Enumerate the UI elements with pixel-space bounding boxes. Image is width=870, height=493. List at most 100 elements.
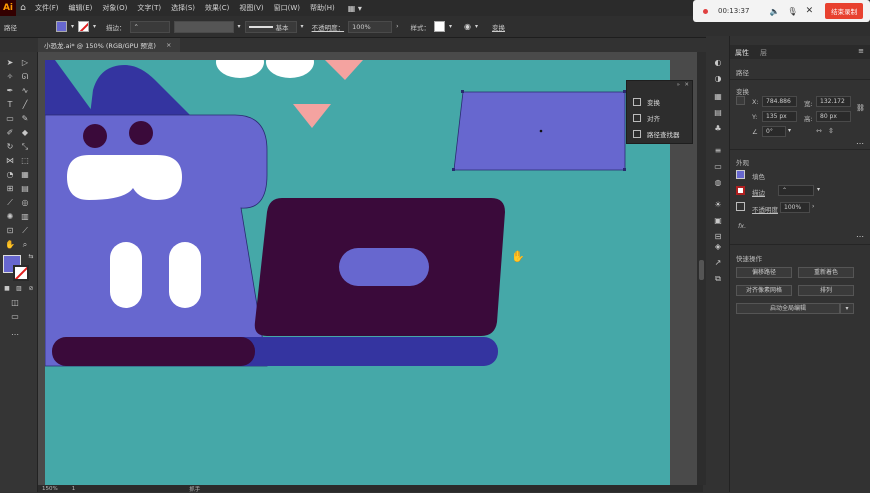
stroke-label[interactable]: 描边 bbox=[752, 187, 765, 197]
recolor-button[interactable]: 重新着色 bbox=[798, 267, 854, 278]
panel-item-align[interactable]: 对齐 bbox=[633, 113, 660, 123]
chevron-down-icon[interactable]: ▾ bbox=[71, 23, 74, 30]
speaker-icon[interactable]: 🔈 bbox=[769, 7, 779, 16]
globe-icon[interactable]: ◉ bbox=[464, 22, 471, 31]
swap-colors-icon[interactable]: ⇆ bbox=[26, 252, 36, 262]
eyedropper-tool-icon[interactable]: ⟋ bbox=[5, 198, 15, 208]
pen-tool-icon[interactable]: ✒ bbox=[5, 86, 15, 96]
type-tool-icon[interactable]: T bbox=[5, 100, 15, 110]
chevron-down-icon[interactable]: ▾ bbox=[93, 23, 96, 30]
more-options-icon[interactable]: ⋯ bbox=[856, 139, 864, 148]
close-tab-icon[interactable]: × bbox=[166, 41, 171, 49]
panel-menu-icon[interactable]: ≡ bbox=[858, 47, 864, 55]
graphic-styles-icon[interactable]: ▣ bbox=[713, 216, 723, 226]
perspective-grid-tool-icon[interactable]: ▦ bbox=[20, 170, 30, 180]
menu-edit[interactable]: 编辑(E) bbox=[64, 3, 98, 13]
menu-select[interactable]: 选择(S) bbox=[166, 3, 200, 13]
line-tool-icon[interactable]: ╱ bbox=[20, 100, 30, 110]
fill-swatch[interactable] bbox=[736, 170, 745, 179]
color-guide-icon[interactable]: ◑ bbox=[713, 74, 723, 84]
microphone-icon[interactable]: 🎙 bbox=[787, 7, 797, 16]
rotate-icon[interactable]: ∠ bbox=[752, 128, 758, 136]
stroke-swatch[interactable] bbox=[736, 186, 745, 195]
reference-point-icon[interactable] bbox=[736, 96, 745, 105]
fx-icon[interactable]: fx. bbox=[738, 222, 746, 230]
selection-tool-icon[interactable]: ➤ bbox=[5, 58, 15, 68]
artboard-tool-icon[interactable]: ⊡ bbox=[5, 226, 15, 236]
angle-input[interactable]: 0° bbox=[762, 126, 786, 137]
variable-width-field[interactable] bbox=[173, 20, 234, 33]
panel-item-pathfinder[interactable]: 路径查找器 bbox=[633, 129, 680, 139]
align-panel-icon[interactable]: ⊟ bbox=[713, 232, 723, 242]
width-tool-icon[interactable]: ⋈ bbox=[5, 156, 15, 166]
color-mode-icon[interactable]: ■ bbox=[2, 284, 12, 294]
layers-panel-icon[interactable]: ◈ bbox=[713, 242, 723, 252]
collapse-icon[interactable]: » bbox=[677, 82, 680, 88]
artboard-number[interactable]: 1 bbox=[72, 486, 76, 492]
width-input[interactable]: 132.172 bbox=[816, 96, 851, 107]
document-tab[interactable]: 小恐龙.ai* @ 150% (RGB/GPU 预览) × bbox=[38, 38, 180, 52]
menu-file[interactable]: 文件(F) bbox=[30, 3, 64, 13]
stroke-swatch[interactable] bbox=[78, 21, 90, 32]
free-transform-tool-icon[interactable]: ⬚ bbox=[20, 156, 30, 166]
color-panel-icon[interactable]: ◐ bbox=[713, 58, 723, 68]
swatches-icon[interactable]: ▦ bbox=[713, 92, 723, 102]
flip-vertical-icon[interactable]: ⇳ bbox=[828, 127, 834, 135]
pixel-align-button[interactable]: 对齐像素网格 bbox=[736, 285, 792, 296]
arrange-button[interactable]: 排列 bbox=[798, 285, 854, 296]
menu-help[interactable]: 帮助(H) bbox=[305, 3, 340, 13]
close-icon[interactable]: ✕ bbox=[684, 82, 689, 88]
shaper-tool-icon[interactable]: ✐ bbox=[5, 128, 15, 138]
opacity-input[interactable]: 100% bbox=[348, 20, 393, 33]
none-mode-icon[interactable]: ⊘ bbox=[26, 284, 36, 294]
close-icon[interactable]: ✕ bbox=[806, 6, 814, 16]
anchor-point[interactable] bbox=[623, 168, 626, 171]
menu-type[interactable]: 文字(T) bbox=[132, 3, 166, 13]
chevron-right-icon[interactable]: › bbox=[812, 203, 814, 210]
constrain-proportions-icon[interactable]: ⛓ bbox=[856, 104, 865, 112]
scrollbar-thumb[interactable] bbox=[699, 260, 704, 280]
flip-horizontal-icon[interactable]: ⇿ bbox=[816, 127, 822, 135]
curvature-tool-icon[interactable]: ∿ bbox=[20, 86, 30, 96]
symbol-sprayer-tool-icon[interactable]: ✺ bbox=[5, 212, 15, 222]
brushes-icon[interactable]: ▤ bbox=[713, 108, 723, 118]
more-options-icon[interactable]: ⋯ bbox=[856, 232, 864, 241]
menu-effect[interactable]: 效果(C) bbox=[200, 3, 234, 13]
home-icon[interactable]: ⌂ bbox=[16, 3, 30, 13]
menu-object[interactable]: 对象(O) bbox=[97, 3, 132, 13]
gradient-panel-icon[interactable]: ▭ bbox=[713, 162, 723, 172]
paintbrush-tool-icon[interactable]: ✎ bbox=[20, 114, 30, 124]
anchor-point[interactable] bbox=[452, 168, 455, 171]
stop-recording-button[interactable]: 结束录制 bbox=[825, 3, 864, 19]
chevron-down-icon[interactable]: ▾ bbox=[475, 23, 478, 30]
brush-style-select[interactable]: 基本 bbox=[244, 20, 297, 33]
panel-item-transform[interactable]: 变换 bbox=[633, 97, 660, 107]
zoom-level[interactable]: 150% bbox=[42, 486, 58, 492]
drawing-mode-icon[interactable]: ◫ bbox=[10, 298, 20, 308]
menu-view[interactable]: 视图(V) bbox=[234, 3, 268, 13]
scale-tool-icon[interactable]: ⤡ bbox=[20, 142, 30, 152]
gradient-tool-icon[interactable]: ▤ bbox=[20, 184, 30, 194]
stroke-weight-stepper[interactable]: ⌃ bbox=[129, 20, 170, 33]
chevron-down-icon[interactable]: ▾ bbox=[788, 127, 791, 134]
symbols-icon[interactable]: ♣ bbox=[713, 124, 723, 134]
gradient-mode-icon[interactable]: ▨ bbox=[14, 284, 24, 294]
hand-tool-icon[interactable]: ✋ bbox=[5, 240, 15, 250]
rectangle-tool-icon[interactable]: ▭ bbox=[5, 114, 15, 124]
graphic-style-swatch[interactable] bbox=[433, 21, 445, 32]
shape-builder-tool-icon[interactable]: ◔ bbox=[5, 170, 15, 180]
export-icon[interactable]: ↗ bbox=[713, 258, 723, 268]
transform-link[interactable]: 变换 bbox=[492, 22, 505, 32]
zoom-tool-icon[interactable]: ⌕ bbox=[20, 240, 30, 250]
anchor-point[interactable] bbox=[461, 90, 464, 93]
chevron-down-icon[interactable]: ▾ bbox=[238, 23, 241, 30]
selected-shape[interactable] bbox=[453, 91, 626, 171]
blend-tool-icon[interactable]: ◎ bbox=[20, 198, 30, 208]
direct-selection-tool-icon[interactable]: ▷ bbox=[20, 58, 30, 68]
stroke-weight-input[interactable]: ⌃ bbox=[778, 185, 814, 196]
offset-path-button[interactable]: 偏移路径 bbox=[736, 267, 792, 278]
fill-swatch[interactable] bbox=[56, 21, 67, 32]
lasso-tool-icon[interactable]: ᘏ bbox=[20, 72, 30, 82]
chevron-down-icon[interactable]: ▾ bbox=[840, 303, 854, 314]
magic-wand-tool-icon[interactable]: ✧ bbox=[5, 72, 15, 82]
